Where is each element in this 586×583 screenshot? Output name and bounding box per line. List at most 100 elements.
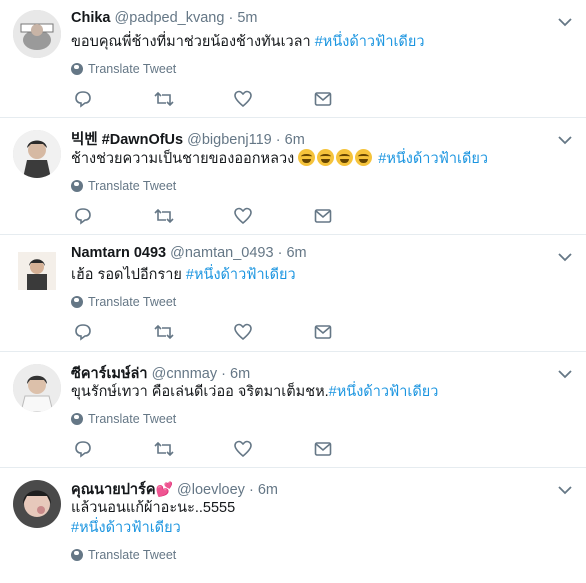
translate-tweet-link[interactable]: Translate Tweet	[71, 295, 176, 309]
tweet-text: ขุนรักษ์เทวา คือเล่นดีเว่ออ จริตมาเต็มชห…	[71, 382, 438, 402]
tweet-actions	[74, 323, 394, 341]
timestamp[interactable]: 6m	[258, 482, 278, 498]
translate-tweet-link[interactable]: Translate Tweet	[71, 62, 176, 76]
avatar-image	[13, 130, 61, 178]
laughing-emoji-icon	[336, 149, 354, 166]
reply-icon	[75, 441, 91, 458]
like-button[interactable]	[234, 323, 314, 341]
direct-message-button[interactable]	[314, 440, 394, 458]
timestamp[interactable]: 6m	[286, 245, 306, 261]
hashtag-link[interactable]: #หนึ่งด้าวฟ้าเดียว	[378, 151, 488, 167]
like-icon	[234, 323, 252, 341]
retweet-icon	[154, 208, 174, 224]
tweet-item[interactable]: คุณนายปาร์ค💕 @loevloey · 6m แล้วนอนแก้ผ้…	[0, 468, 586, 583]
hashtag-link[interactable]: #หนึ่งด้าวฟ้าเดียว	[186, 267, 296, 283]
display-name[interactable]: Chika	[71, 10, 111, 26]
translate-label: Translate Tweet	[88, 548, 177, 562]
like-icon	[234, 207, 252, 225]
retweet-button[interactable]	[154, 207, 234, 225]
username[interactable]: @namtan_0493	[170, 245, 273, 261]
direct-message-button[interactable]	[314, 207, 394, 225]
tweet-header: Chika @padped_kvang · 5m	[71, 10, 257, 26]
retweet-icon	[154, 91, 174, 107]
translate-label: Translate Tweet	[88, 295, 177, 309]
retweet-button[interactable]	[154, 440, 234, 458]
display-name[interactable]: คุณนายปาร์ค	[71, 482, 156, 498]
tweet-text-body: แล้วนอนแก้ผ้าอะนะ..5555	[71, 500, 236, 516]
avatar[interactable]	[13, 10, 61, 58]
avatar[interactable]	[18, 252, 56, 290]
tweet-item[interactable]: Namtarn 0493 @namtan_0493 · 6m เฮ้อ รอดไ…	[0, 235, 586, 352]
direct-message-button[interactable]	[314, 323, 394, 341]
reply-icon	[75, 208, 91, 225]
tweet-text: เฮ้อ รอดไปอีกราย #หนึ่งด้าวฟ้าเดียว	[71, 265, 296, 285]
separator-dot: ·	[277, 245, 283, 261]
retweet-button[interactable]	[154, 323, 234, 341]
translate-label: Translate Tweet	[88, 62, 177, 76]
tweet-header: 빅벤 #DawnOfUs @bigbenj119 · 6m	[71, 128, 305, 149]
hashtag-link[interactable]: #หนึ่งด้าวฟ้าเดียว	[315, 34, 425, 50]
display-name[interactable]: 빅벤 #DawnOfUs	[71, 132, 183, 148]
reply-icon	[75, 91, 91, 108]
like-button[interactable]	[234, 90, 314, 108]
tweet-text-body: เฮ้อ รอดไปอีกราย	[71, 267, 186, 283]
heart-emoji-icon: 💕	[155, 481, 173, 497]
timestamp[interactable]: 6m	[285, 132, 305, 148]
globe-icon	[71, 180, 83, 192]
hashtag-link[interactable]: #หนึ่งด้าวฟ้าเดียว	[329, 384, 439, 400]
tweet-item[interactable]: Chika @padped_kvang · 5m ขอบคุณพี่ช้างที…	[0, 0, 586, 118]
username[interactable]: @padped_kvang	[115, 10, 225, 26]
avatar-image	[13, 480, 61, 528]
chevron-down-icon[interactable]	[558, 482, 572, 500]
chevron-down-icon[interactable]	[558, 249, 572, 267]
display-name[interactable]: ซีคาร์เมษ์ล่า	[71, 366, 148, 382]
like-icon	[234, 90, 252, 108]
avatar[interactable]	[13, 480, 61, 528]
retweet-button[interactable]	[154, 90, 234, 108]
chevron-down-icon[interactable]	[558, 366, 572, 384]
tweet-text-body: ขุนรักษ์เทวา คือเล่นดีเว่ออ จริตมาเต็มชห…	[71, 384, 329, 400]
chevron-down-icon[interactable]	[558, 14, 572, 32]
tweet-text: ช้างช่วยความเป็นชายของออกหลวง #หนึ่งด้าว…	[71, 149, 488, 169]
timestamp[interactable]: 6m	[230, 366, 250, 382]
avatar-image	[13, 364, 61, 412]
tweet-header: Namtarn 0493 @namtan_0493 · 6m	[71, 245, 307, 261]
direct-message-icon	[314, 325, 332, 339]
separator-dot: ·	[228, 10, 234, 26]
username[interactable]: @bigbenj119	[187, 132, 272, 148]
reply-button[interactable]	[74, 323, 154, 341]
separator-dot: ·	[221, 366, 226, 382]
tweet-text-body: ช้างช่วยความเป็นชายของออกหลวง	[71, 151, 299, 167]
hashtag-link[interactable]: #หนึ่งด้าวฟ้าเดียว	[71, 518, 235, 538]
translate-tweet-link[interactable]: Translate Tweet	[71, 179, 176, 193]
like-button[interactable]	[234, 440, 314, 458]
display-name[interactable]: Namtarn 0493	[71, 245, 166, 261]
avatar[interactable]	[13, 130, 61, 178]
tweet-text: ขอบคุณพี่ช้างที่มาช่วยน้องช้างทันเวลา #ห…	[71, 32, 424, 52]
tweet-actions	[74, 207, 394, 225]
direct-message-icon	[314, 442, 332, 456]
avatar[interactable]	[13, 364, 61, 412]
avatar-image	[18, 252, 56, 290]
chevron-down-icon[interactable]	[558, 132, 572, 150]
globe-icon	[71, 63, 83, 75]
like-button[interactable]	[234, 207, 314, 225]
reply-button[interactable]	[74, 440, 154, 458]
translate-label: Translate Tweet	[88, 179, 177, 193]
reply-button[interactable]	[74, 207, 154, 225]
username[interactable]: @loevloey	[177, 482, 245, 498]
tweet-feed: Chika @padped_kvang · 5m ขอบคุณพี่ช้างที…	[0, 0, 586, 583]
tweet-item[interactable]: 빅벤 #DawnOfUs @bigbenj119 · 6m ช้างช่วยคว…	[0, 118, 586, 235]
translate-tweet-link[interactable]: Translate Tweet	[71, 548, 176, 562]
tweet-actions	[74, 440, 394, 458]
direct-message-icon	[314, 92, 332, 106]
separator-dot: ·	[248, 482, 254, 498]
reply-button[interactable]	[74, 90, 154, 108]
timestamp[interactable]: 5m	[237, 10, 257, 26]
tweet-item[interactable]: ซีคาร์เมษ์ล่า @cnnmay · 6m ขุนรักษ์เทวา …	[0, 352, 586, 468]
direct-message-icon	[314, 209, 332, 223]
translate-tweet-link[interactable]: Translate Tweet	[71, 412, 176, 426]
username[interactable]: @cnnmay	[152, 366, 218, 382]
direct-message-button[interactable]	[314, 90, 394, 108]
avatar-image	[13, 10, 61, 58]
